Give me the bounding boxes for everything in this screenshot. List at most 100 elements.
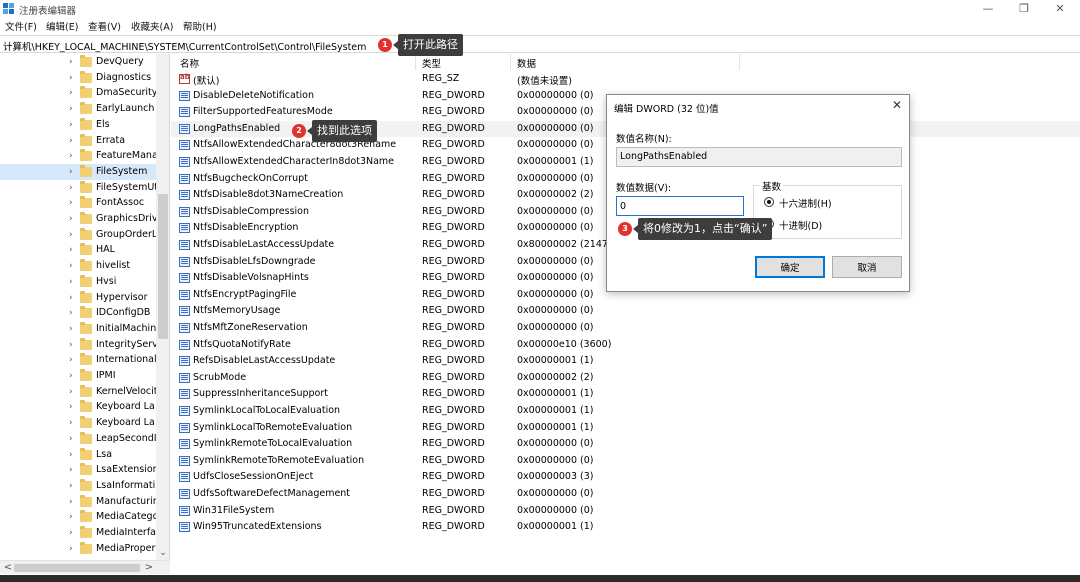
column-type[interactable]: 类型	[422, 56, 441, 70]
tree-item[interactable]: › Lsa	[0, 447, 156, 463]
tree-item[interactable]: › International	[0, 352, 156, 368]
tree-scroll-thumb[interactable]	[158, 194, 168, 339]
value-row[interactable]: RefsDisableLastAccessUpdate REG_DWORD 0x00…	[171, 353, 1080, 370]
chevron-right-icon[interactable]: ›	[69, 230, 77, 240]
value-row[interactable]: NtfsMftZoneReservation REG_DWORD 0x0000000…	[171, 320, 1080, 337]
menu-file[interactable]: 文件(F)	[5, 19, 37, 33]
scroll-left-icon[interactable]: <	[2, 562, 14, 573]
hex-label[interactable]: 十六进制(H)	[779, 196, 832, 210]
chevron-right-icon[interactable]: ›	[69, 355, 77, 365]
maximize-button[interactable]: ❐	[1004, 0, 1044, 18]
chevron-right-icon[interactable]: ›	[69, 324, 77, 334]
value-row[interactable]: ScrubMode REG_DWORD 0x00000002 (2)	[171, 370, 1080, 387]
tree-item[interactable]: › GroupOrderL	[0, 227, 156, 243]
tree-item[interactable]: › FeatureMana	[0, 148, 156, 164]
chevron-right-icon[interactable]: ›	[69, 308, 77, 318]
chevron-right-icon[interactable]: ›	[69, 120, 77, 130]
chevron-right-icon[interactable]: ›	[69, 261, 77, 271]
chevron-right-icon[interactable]: ›	[69, 136, 77, 146]
tree-item[interactable]: › Errata	[0, 133, 156, 149]
tree-item[interactable]: › EarlyLaunch	[0, 101, 156, 117]
chevron-right-icon[interactable]: ›	[69, 418, 77, 428]
chevron-right-icon[interactable]: ›	[69, 167, 77, 177]
value-row[interactable]: SymlinkRemoteToRemoteEvaluation REG_DWORD…	[171, 453, 1080, 470]
chevron-right-icon[interactable]: ›	[69, 198, 77, 208]
chevron-right-icon[interactable]: ›	[69, 528, 77, 538]
chevron-right-icon[interactable]: ›	[69, 340, 77, 350]
tree-item[interactable]: › LeapSecondI	[0, 431, 156, 447]
chevron-right-icon[interactable]: ›	[69, 214, 77, 224]
chevron-right-icon[interactable]: ›	[69, 104, 77, 114]
dec-label[interactable]: 十进制(D)	[779, 218, 822, 232]
tree-item[interactable]: › Diagnostics	[0, 70, 156, 86]
menu-favorites[interactable]: 收藏夹(A)	[131, 19, 173, 33]
value-data-input[interactable]	[616, 196, 744, 216]
value-row[interactable]: NtfsQuotaNotifyRate REG_DWORD 0x00000e10 (…	[171, 337, 1080, 354]
tree-item[interactable]: › KernelVelocit	[0, 384, 156, 400]
chevron-right-icon[interactable]: ›	[69, 465, 77, 475]
tree-item[interactable]: › hivelist	[0, 258, 156, 274]
tree-hscroll-thumb[interactable]	[14, 564, 140, 572]
tree-item[interactable]: › GraphicsDriv	[0, 211, 156, 227]
chevron-right-icon[interactable]: ›	[69, 293, 77, 303]
chevron-right-icon[interactable]: ›	[69, 402, 77, 412]
tree-item[interactable]: › Manufacturin	[0, 494, 156, 510]
hex-radio[interactable]	[764, 197, 774, 207]
scroll-down-icon[interactable]: ⌄	[158, 548, 168, 558]
dialog-close-icon[interactable]: ✕	[889, 98, 905, 112]
tree-item[interactable]: › IDConfigDB	[0, 305, 156, 321]
chevron-right-icon[interactable]: ›	[69, 434, 77, 444]
column-name[interactable]: 名称	[180, 56, 199, 70]
menu-edit[interactable]: 编辑(E)	[46, 19, 78, 33]
chevron-right-icon[interactable]: ›	[69, 497, 77, 507]
tree-item[interactable]: › MediaCatego	[0, 509, 156, 525]
chevron-right-icon[interactable]: ›	[69, 371, 77, 381]
chevron-right-icon[interactable]: ›	[69, 151, 77, 161]
value-row[interactable]: (默认) REG_SZ (数值未设置)	[171, 71, 1080, 88]
value-row[interactable]: UdfsCloseSessionOnEject REG_DWORD 0x000000…	[171, 469, 1080, 486]
tree-item[interactable]: › DevQuery	[0, 54, 156, 70]
chevron-right-icon[interactable]: ›	[69, 387, 77, 397]
chevron-right-icon[interactable]: ›	[69, 57, 77, 67]
tree-vertical-scrollbar[interactable]: ⌄	[156, 54, 169, 560]
tree-item[interactable]: › DmaSecurity	[0, 85, 156, 101]
tree-item[interactable]: › HAL	[0, 242, 156, 258]
tree-item[interactable]: › FileSystem	[0, 163, 156, 180]
tree-item[interactable]: › Hypervisor	[0, 290, 156, 306]
value-row[interactable]: SymlinkLocalToLocalEvaluation REG_DWORD 0x…	[171, 403, 1080, 420]
value-row[interactable]: Win95TruncatedExtensions REG_DWORD 0x00000…	[171, 519, 1080, 536]
value-row[interactable]: SymlinkLocalToRemoteEvaluation REG_DWORD 0…	[171, 420, 1080, 437]
tree-item[interactable]: › Hvsi	[0, 274, 156, 290]
minimize-button[interactable]: —	[968, 0, 1008, 18]
chevron-right-icon[interactable]: ›	[69, 183, 77, 193]
tree-item[interactable]: › Keyboard La	[0, 415, 156, 431]
value-row[interactable]: Win31FileSystem REG_DWORD 0x00000000 (0)	[171, 503, 1080, 520]
menu-help[interactable]: 帮助(H)	[183, 19, 217, 33]
chevron-right-icon[interactable]: ›	[69, 481, 77, 491]
tree-item[interactable]: › Keyboard La	[0, 399, 156, 415]
chevron-right-icon[interactable]: ›	[69, 450, 77, 460]
tree-item[interactable]: › MediaInterfa	[0, 525, 156, 541]
chevron-right-icon[interactable]: ›	[69, 245, 77, 255]
chevron-right-icon[interactable]: ›	[69, 88, 77, 98]
tree-item[interactable]: › LsaExtension	[0, 462, 156, 478]
address-path[interactable]: 计算机\HKEY_LOCAL_MACHINE\SYSTEM\CurrentCon…	[3, 39, 366, 53]
tree-item[interactable]: › InitialMachin	[0, 321, 156, 337]
column-data[interactable]: 数据	[517, 56, 536, 70]
cancel-button[interactable]: 取消	[832, 256, 902, 278]
tree-item[interactable]: › Els	[0, 117, 156, 133]
tree-item[interactable]: › IntegrityServi	[0, 337, 156, 353]
address-bar[interactable]: 计算机\HKEY_LOCAL_MACHINE\SYSTEM\CurrentCon…	[0, 35, 1080, 53]
tree-item[interactable]: › IPMI	[0, 368, 156, 384]
tree-horizontal-scrollbar[interactable]: < >	[0, 560, 170, 574]
chevron-right-icon[interactable]: ›	[69, 277, 77, 287]
menu-view[interactable]: 查看(V)	[88, 19, 121, 33]
tree-item[interactable]: › FileSystemUti	[0, 180, 156, 196]
chevron-right-icon[interactable]: ›	[69, 73, 77, 83]
scroll-right-icon[interactable]: >	[143, 562, 155, 573]
chevron-right-icon[interactable]: ›	[69, 512, 77, 522]
tree-item[interactable]: › MediaProper	[0, 541, 156, 557]
value-row[interactable]: SymlinkRemoteToLocalEvaluation REG_DWORD 0…	[171, 436, 1080, 453]
ok-button[interactable]: 确定	[755, 256, 825, 278]
value-row[interactable]: NtfsMemoryUsage REG_DWORD 0x00000000 (0)	[171, 303, 1080, 320]
